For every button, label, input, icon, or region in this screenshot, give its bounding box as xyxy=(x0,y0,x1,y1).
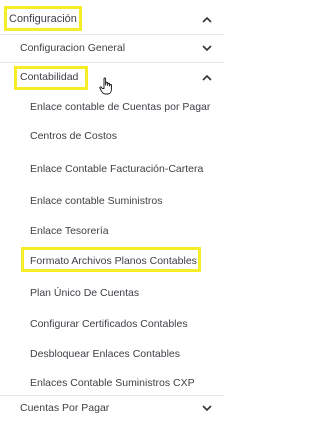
submenu-item-centros-de-costos[interactable]: Centros de Costos xyxy=(0,125,224,147)
submenu-item-configurar-certificados[interactable]: Configurar Certificados Contables xyxy=(0,313,224,335)
submenu-item-enlace-facturacion-cartera[interactable]: Enlace Contable Facturación-Cartera xyxy=(0,158,224,180)
submenu-item-label: Formato Archivos Planos Contables xyxy=(30,255,197,267)
submenu-item-label: Plan Único De Cuentas xyxy=(30,287,140,299)
submenu-item-enlace-cuentas-por-pagar[interactable]: Enlace contable de Cuentas por Pagar xyxy=(0,96,224,118)
submenu-item-enlace-tesoreria[interactable]: Enlace Tesorería xyxy=(0,220,224,242)
submenu-item-desbloquear-enlaces[interactable]: Desbloquear Enlaces Contables xyxy=(0,343,224,365)
submenu-item-formato-archivos-planos[interactable]: Formato Archivos Planos Contables xyxy=(0,250,224,272)
submenu-item-label: Enlace Tesorería xyxy=(30,225,109,237)
menu-item-label: Configuracion General xyxy=(20,42,126,54)
submenu-item-label: Enlace contable Suministros xyxy=(30,195,163,207)
submenu-item-plan-unico-cuentas[interactable]: Plan Único De Cuentas xyxy=(0,282,224,304)
menu-item-configuracion-general[interactable]: Configuracion General xyxy=(0,35,224,61)
submenu-item-label: Configurar Certificados Contables xyxy=(30,318,188,330)
divider xyxy=(0,62,224,63)
menu-item-configuracion[interactable]: Configuración xyxy=(0,6,224,32)
menu-item-label: Contabilidad xyxy=(20,71,79,83)
chevron-up-icon xyxy=(200,12,214,26)
chevron-up-icon xyxy=(200,70,214,84)
submenu-item-label: Enlaces Contable Suministros CXP xyxy=(30,377,195,389)
chevron-down-icon xyxy=(200,401,214,415)
hand-cursor-icon xyxy=(99,77,112,95)
submenu-item-label: Centros de Costos xyxy=(30,130,117,142)
menu-item-label: Cuentas Por Pagar xyxy=(20,402,110,414)
submenu-item-enlaces-suministros-cxp[interactable]: Enlaces Contable Suministros CXP xyxy=(0,372,224,394)
submenu-item-label: Enlace Contable Facturación-Cartera xyxy=(30,163,204,175)
sidebar-menu: Configuración Configuracion General Cont… xyxy=(0,0,224,422)
submenu-item-label: Enlace contable de Cuentas por Pagar xyxy=(30,101,211,113)
menu-item-cuentas-por-pagar[interactable]: Cuentas Por Pagar xyxy=(0,396,224,420)
chevron-down-icon xyxy=(200,41,214,55)
menu-item-label: Configuración xyxy=(9,13,77,25)
submenu-item-enlace-suministros[interactable]: Enlace contable Suministros xyxy=(0,190,224,212)
submenu-item-label: Desbloquear Enlaces Contables xyxy=(30,348,181,360)
